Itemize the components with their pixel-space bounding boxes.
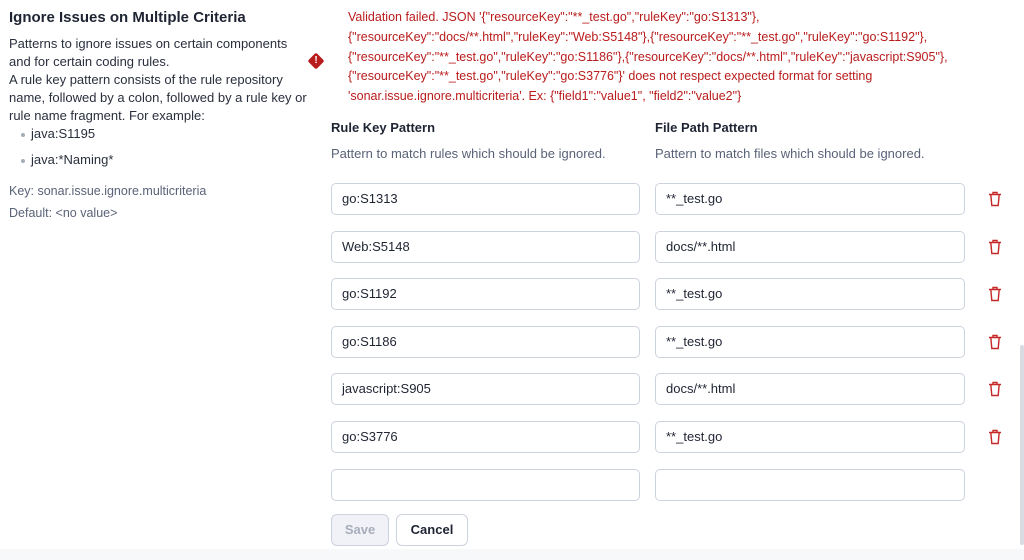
file-path-input[interactable]: **_test.go (655, 421, 965, 453)
file-path-input[interactable]: docs/**.html (655, 373, 965, 406)
example-item: java:S1195 (21, 125, 309, 143)
rule-key-input[interactable]: go:S1313 (331, 183, 640, 215)
file-path-input[interactable]: **_test.go (655, 325, 965, 358)
file-path-input[interactable]: **_test.go (655, 183, 965, 215)
error-line: {"resourceKey":"docs/**.html","ruleKey":… (348, 29, 928, 44)
setting-title: Ignore Issues on Multiple Criteria (9, 9, 246, 26)
trash-icon[interactable] (988, 191, 1002, 207)
pattern-row: go:S1192 **_test.go (331, 278, 1011, 311)
pattern-row: javascript:S905 docs/**.html (331, 373, 1011, 406)
trash-icon[interactable] (988, 381, 1002, 397)
error-line: 'sonar.issue.ignore.multicriteria'. Ex: … (348, 89, 742, 104)
pattern-row: Web:S5148 docs/**.html (331, 230, 1011, 263)
description-text: A rule key pattern consists of the rule … (9, 72, 307, 123)
scrollbar[interactable] (1020, 345, 1024, 545)
example-item: java:*Naming* (21, 151, 309, 169)
file-path-input[interactable]: **_test.go (655, 278, 965, 311)
file-path-input[interactable] (655, 468, 965, 501)
rule-key-input[interactable] (331, 468, 640, 501)
trash-icon[interactable] (988, 334, 1002, 350)
error-line: {"resourceKey":"**_test.go","ruleKey":"g… (348, 69, 873, 84)
rule-key-input[interactable]: go:S1192 (331, 278, 640, 311)
footer-strip (0, 549, 1024, 560)
error-line: {"resourceKey":"**_test.go","ruleKey":"g… (348, 49, 948, 64)
cancel-button[interactable]: Cancel (396, 514, 468, 546)
setting-description: Ignore Issues on Multiple Criteria Patte… (9, 9, 309, 224)
save-button[interactable]: Save (331, 514, 389, 546)
file-path-input[interactable]: docs/**.html (655, 230, 965, 263)
error-line: Validation failed. JSON '{"resourceKey":… (348, 10, 760, 24)
validation-error: ! Validation failed. JSON '{"resourceKey… (307, 8, 981, 107)
rule-key-input[interactable]: Web:S5148 (331, 230, 640, 263)
trash-icon[interactable] (988, 429, 1002, 445)
setting-key: Key: sonar.issue.ignore.multicriteria (9, 184, 207, 198)
error-icon: ! (307, 52, 325, 70)
trash-icon[interactable] (988, 286, 1002, 302)
pattern-row: go:S1186 **_test.go (331, 325, 1011, 358)
pattern-row: go:S1313 **_test.go (331, 183, 1011, 215)
file-path-header: File Path Pattern (655, 120, 758, 135)
rule-key-header: Rule Key Pattern (331, 120, 436, 135)
trash-icon[interactable] (988, 239, 1002, 255)
file-path-subtitle: Pattern to match files which should be i… (655, 146, 925, 161)
setting-default: Default: <no value> (9, 206, 118, 220)
pattern-row: go:S3776 **_test.go (331, 421, 1011, 453)
example-list: java:S1195 java:*Naming* (21, 125, 309, 169)
pattern-row (331, 468, 1011, 501)
rule-key-input[interactable]: go:S1186 (331, 325, 640, 358)
rule-key-subtitle: Pattern to match rules which should be i… (331, 146, 606, 161)
rule-key-input[interactable]: javascript:S905 (331, 373, 640, 406)
rule-key-input[interactable]: go:S3776 (331, 421, 640, 453)
description-text: Patterns to ignore issues on certain com… (9, 36, 288, 69)
